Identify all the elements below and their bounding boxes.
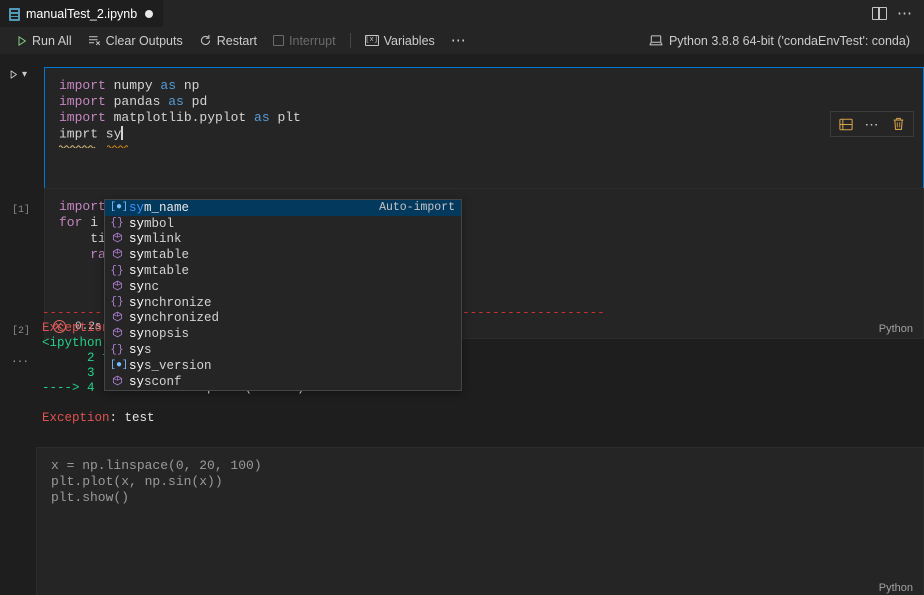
cell-1-run-controls: ▾ — [8, 69, 27, 80]
run-options-chevron-down-icon[interactable]: ▾ — [22, 70, 27, 80]
split-cell-icon[interactable] — [833, 112, 859, 136]
suggest-item-label: sync — [129, 280, 159, 294]
error-squiggle-sy — [107, 144, 128, 147]
split-editor-icon[interactable] — [872, 7, 887, 20]
clear-outputs-button[interactable]: Clear Outputs — [80, 30, 191, 52]
variable-icon — [110, 232, 124, 246]
suggest-item-synopsis[interactable]: synopsis — [105, 326, 461, 342]
cell-3-editor[interactable]: x = np.linspace(0, 20, 100) plt.plot(x, … — [37, 448, 923, 506]
cell-3-language[interactable]: Python — [879, 582, 913, 594]
cell-1-toolbar: ⋯ — [830, 111, 914, 137]
variable-icon — [110, 280, 124, 294]
module-icon: {} — [110, 266, 124, 277]
cell-more-actions-icon[interactable]: ⋯ — [859, 112, 885, 136]
clear-outputs-icon — [88, 35, 101, 46]
suggest-item-sync[interactable]: sync — [105, 279, 461, 295]
text-cursor — [121, 126, 123, 140]
vscode-window: manualTest_2.ipynb ⋯ Run All Clea — [0, 0, 924, 595]
intellisense-suggest-widget[interactable]: [●] sym_name Auto-import {} symbol symli… — [104, 199, 462, 391]
suggest-item-label: synchronize — [129, 296, 212, 310]
variable-icon — [110, 375, 124, 389]
cell-3-container[interactable]: x = np.linspace(0, 20, 100) plt.plot(x, … — [36, 447, 924, 595]
snippet-icon: [●] — [110, 361, 124, 371]
suggest-item-symtable-mod[interactable]: {} symtable — [105, 263, 461, 279]
kernel-icon — [649, 35, 663, 47]
notebook-toolbar: Run All Clear Outputs Restart Inte — [0, 27, 924, 55]
tab-label: manualTest_2.ipynb — [26, 7, 137, 21]
toolbar-more-actions[interactable]: ⋯ — [443, 30, 475, 52]
suggest-item-sys_version[interactable]: [●] sys_version — [105, 358, 461, 374]
module-icon: {} — [110, 297, 124, 308]
clear-outputs-label: Clear Outputs — [106, 34, 183, 48]
variable-icon — [110, 327, 124, 341]
run-all-label: Run All — [32, 34, 72, 48]
run-cell-icon[interactable] — [8, 69, 19, 80]
module-icon: {} — [110, 218, 124, 229]
suggest-item-symlink[interactable]: symlink — [105, 232, 461, 248]
suggest-item-sym_name[interactable]: [●] sym_name Auto-import — [105, 200, 461, 216]
interrupt-icon — [273, 35, 284, 46]
suggest-item-label: symlink — [129, 232, 182, 246]
interrupt-label: Interrupt — [289, 34, 336, 48]
restart-icon — [199, 34, 212, 47]
snippet-icon: [●] — [110, 203, 124, 213]
kernel-label: Python 3.8.8 64-bit ('condaEnvTest': con… — [669, 34, 910, 48]
notebook-icon — [9, 8, 20, 21]
interrupt-kernel-button[interactable]: Interrupt — [265, 30, 344, 52]
variables-icon: [x] — [365, 35, 379, 46]
variable-icon — [110, 311, 124, 325]
cell-2-execution-count: [2] — [12, 326, 30, 337]
run-all-button[interactable]: Run All — [8, 30, 80, 52]
suggest-item-detail: Auto-import — [361, 201, 455, 214]
suggest-item-label: sys_version — [129, 359, 212, 373]
unsaved-indicator-icon[interactable] — [145, 10, 153, 18]
suggest-item-label: synopsis — [129, 327, 189, 341]
variable-icon — [110, 248, 124, 262]
suggest-item-sysconf[interactable]: sysconf — [105, 374, 461, 390]
notebook-canvas: ▾ [1] import numpy as np import pandas a… — [0, 55, 924, 595]
toolbar-more-icon: ⋯ — [451, 37, 467, 45]
restart-label: Restart — [217, 34, 257, 48]
suggest-item-sys[interactable]: {} sys — [105, 342, 461, 358]
suggest-item-synchronized[interactable]: synchronized — [105, 311, 461, 327]
module-icon: {} — [110, 345, 124, 356]
run-all-icon — [16, 35, 27, 47]
exception-header-left: Exception — [42, 321, 110, 335]
editor-tab-bar: manualTest_2.ipynb ⋯ — [0, 0, 924, 27]
suggest-item-synchronize[interactable]: {} synchronize — [105, 295, 461, 311]
suggest-item-label: symtable — [129, 248, 189, 262]
suggest-item-label: sys — [129, 343, 152, 357]
suggest-item-symtable-var[interactable]: symtable — [105, 247, 461, 263]
variables-label: Variables — [384, 34, 435, 48]
restart-kernel-button[interactable]: Restart — [191, 30, 265, 52]
suggest-item-label: symbol — [129, 217, 174, 231]
error-squiggle-imprt — [59, 144, 97, 147]
delete-cell-icon[interactable] — [885, 112, 911, 136]
kernel-selector[interactable]: Python 3.8.8 64-bit ('condaEnvTest': con… — [643, 34, 916, 48]
suggest-item-label: synchronized — [129, 311, 219, 325]
suggest-item-label: sym_name — [129, 201, 189, 215]
suggest-item-label: symtable — [129, 264, 189, 278]
suggest-item-symbol[interactable]: {} symbol — [105, 216, 461, 232]
output-more-actions-icon[interactable]: ··· — [12, 357, 29, 363]
variables-button[interactable]: [x] Variables — [357, 30, 443, 52]
cell-1-execution-count: [1] — [12, 205, 30, 216]
toolbar-separator — [350, 33, 351, 48]
tab-manualtest-2-ipynb[interactable]: manualTest_2.ipynb — [0, 0, 164, 27]
editor-more-actions-icon[interactable]: ⋯ — [897, 10, 913, 18]
cell-1-editor[interactable]: import numpy as np import pandas as pd i… — [45, 68, 923, 143]
suggest-item-label: sysconf — [129, 375, 182, 389]
